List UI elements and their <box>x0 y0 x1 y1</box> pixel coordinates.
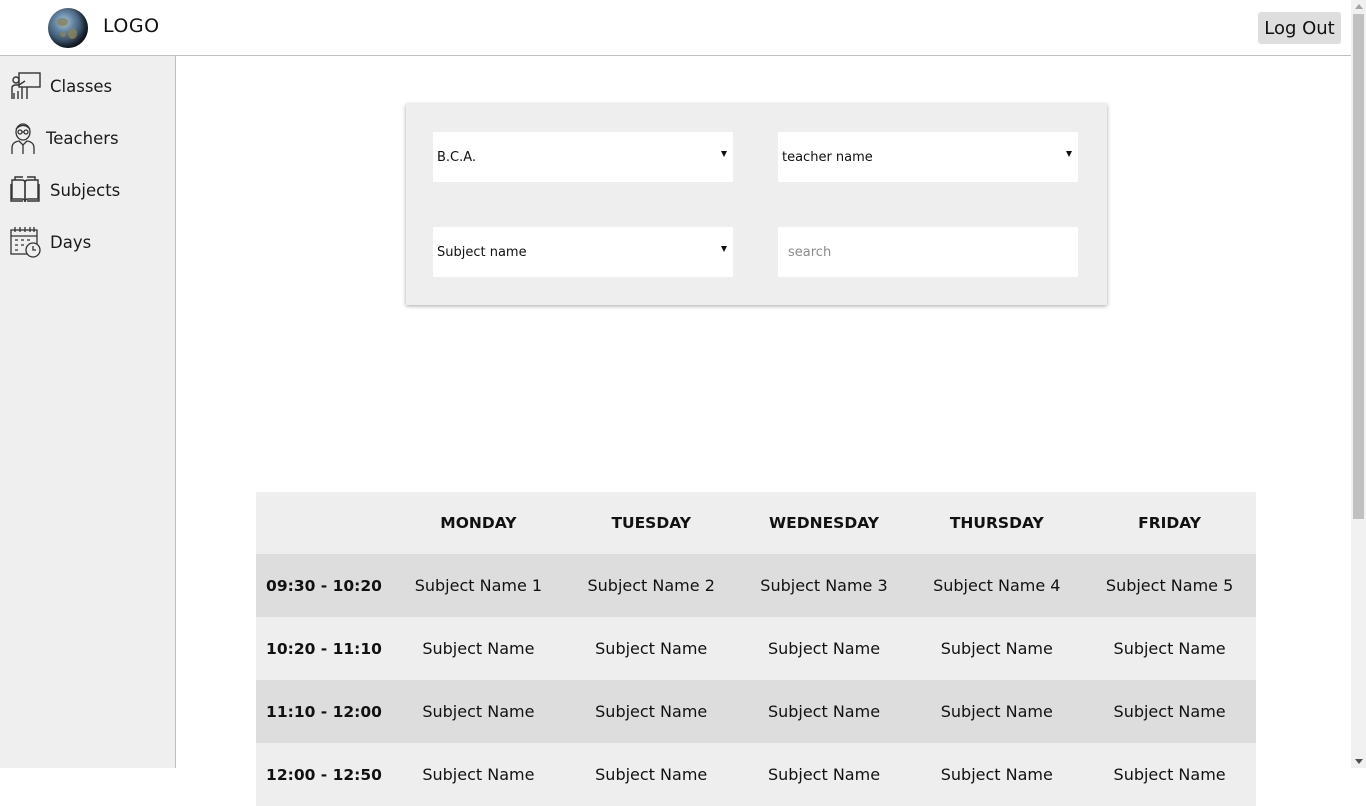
timetable-header-row: MONDAY TUESDAY WEDNESDAY THURSDAY FRIDAY <box>256 492 1256 554</box>
subject-cell: Subject Name 5 <box>1105 576 1234 595</box>
classroom-icon <box>11 72 41 99</box>
subject-cell: Subject Name <box>940 702 1053 721</box>
time-slot: 10:20 - 11:10 <box>266 639 382 658</box>
subject-cell: Subject Name <box>767 639 881 658</box>
subject-cell: Subject Name <box>940 639 1053 658</box>
teacher-icon <box>11 123 35 154</box>
sidebar: Classes Teachers Subjects Days <box>0 56 176 768</box>
class-select[interactable]: B.C.A. <box>433 132 733 182</box>
subject-select[interactable]: Subject name <box>433 227 733 277</box>
dropdown-arrow-icon <box>1066 151 1072 157</box>
table-row: 12:00 - 12:50 Subject Name Subject Name … <box>256 743 1256 806</box>
day-header-friday: FRIDAY <box>1138 514 1202 532</box>
table-row: 10:20 - 11:10 Subject Name Subject Name … <box>256 617 1256 680</box>
day-header-wednesday: WEDNESDAY <box>769 514 879 532</box>
subject-cell: Subject Name <box>422 639 535 658</box>
search-input[interactable] <box>778 227 1078 277</box>
top-header: LOGO Log Out <box>0 0 1351 56</box>
sidebar-item-subjects[interactable]: Subjects <box>0 168 175 212</box>
sidebar-item-label: Days <box>50 232 92 252</box>
subject-select-value: Subject name <box>437 244 527 260</box>
filter-panel: B.C.A. teacher name Subject name <box>406 104 1107 305</box>
subject-cell: Subject Name 3 <box>760 576 888 595</box>
subject-cell: Subject Name <box>767 702 881 721</box>
teacher-select-value: teacher name <box>782 149 873 165</box>
dropdown-arrow-icon <box>721 246 727 252</box>
scroll-up-arrow-icon[interactable] <box>1355 4 1363 9</box>
subject-cell: Subject Name <box>940 765 1053 784</box>
scrollbar-thumb[interactable] <box>1353 14 1364 519</box>
day-header-thursday: THURSDAY <box>949 514 1044 532</box>
subject-cell: Subject Name 2 <box>587 576 715 595</box>
sidebar-item-label: Teachers <box>46 128 119 148</box>
calendar-clock-icon <box>10 227 41 258</box>
sidebar-item-label: Subjects <box>50 180 121 200</box>
subject-cell: Subject Name 1 <box>414 576 543 595</box>
time-slot: 11:10 - 12:00 <box>266 702 382 721</box>
table-row: 11:10 - 12:00 Subject Name Subject Name … <box>256 680 1256 743</box>
subject-cell: Subject Name <box>1113 765 1226 784</box>
subject-cell: Subject Name 4 <box>933 576 1061 595</box>
subject-cell: Subject Name <box>767 765 881 784</box>
scroll-down-arrow-icon[interactable] <box>1355 759 1363 764</box>
globe-logo-icon <box>48 8 88 48</box>
teacher-select[interactable]: teacher name <box>778 132 1078 182</box>
class-select-value: B.C.A. <box>437 149 477 165</box>
subject-cell: Subject Name <box>595 702 708 721</box>
sidebar-item-label: Classes <box>50 76 113 96</box>
subject-cell: Subject Name <box>422 702 535 721</box>
sidebar-item-teachers[interactable]: Teachers <box>0 116 175 160</box>
time-slot: 12:00 - 12:50 <box>266 765 382 784</box>
time-column-header <box>256 492 392 554</box>
logo-text: LOGO <box>103 15 160 37</box>
subject-cell: Subject Name <box>595 765 708 784</box>
page-scrollbar[interactable] <box>1351 0 1366 768</box>
sidebar-item-days[interactable]: Days <box>0 220 175 264</box>
book-icon <box>10 176 40 203</box>
dropdown-arrow-icon <box>721 151 727 157</box>
subject-cell: Subject Name <box>1113 702 1226 721</box>
time-slot: 09:30 - 10:20 <box>266 576 382 595</box>
subject-cell: Subject Name <box>595 639 708 658</box>
logout-button[interactable]: Log Out <box>1258 12 1341 44</box>
sidebar-item-classes[interactable]: Classes <box>0 64 175 108</box>
timetable: MONDAY TUESDAY WEDNESDAY THURSDAY FRIDAY… <box>256 492 1256 806</box>
subject-cell: Subject Name <box>422 765 535 784</box>
table-row: 09:30 - 10:20 Subject Name 1 Subject Nam… <box>256 554 1256 617</box>
day-header-tuesday: TUESDAY <box>611 514 691 532</box>
subject-cell: Subject Name <box>1113 639 1226 658</box>
day-header-monday: MONDAY <box>440 514 517 532</box>
